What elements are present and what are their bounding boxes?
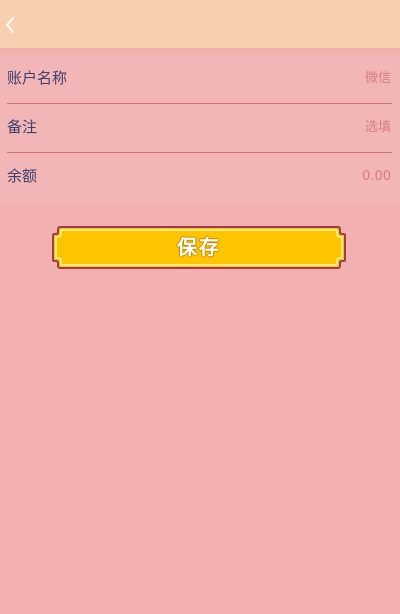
save-button[interactable]: 保存 (52, 226, 346, 269)
note-input[interactable]: 选填 (365, 116, 391, 140)
balance-label: 余额 (7, 167, 38, 185)
back-button[interactable] (2, 12, 22, 38)
balance-value[interactable]: 0.00 (362, 165, 391, 189)
account-form: 账户名称 微信 备注 选填 余额 0.00 (0, 55, 400, 203)
note-label: 备注 (7, 118, 38, 136)
save-button-label: 保存 (177, 235, 221, 259)
balance-row[interactable]: 余额 0.00 (0, 153, 400, 201)
note-row[interactable]: 备注 选填 (0, 104, 400, 152)
top-bar (0, 0, 400, 48)
account-name-label: 账户名称 (7, 69, 68, 87)
chevron-left-icon (6, 17, 14, 33)
account-name-row[interactable]: 账户名称 微信 (0, 55, 400, 103)
account-name-value[interactable]: 微信 (365, 67, 391, 91)
